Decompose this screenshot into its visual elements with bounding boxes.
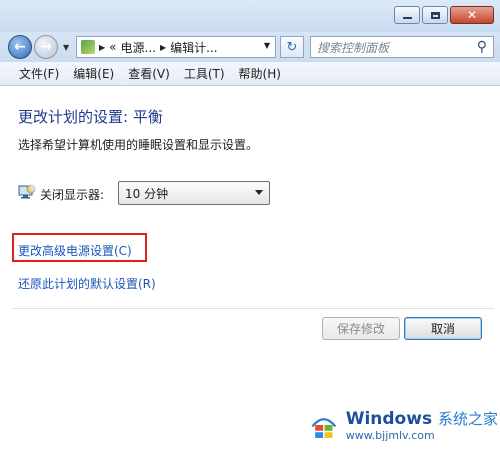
- page-title: 更改计划的设置: 平衡: [18, 108, 163, 126]
- arrow-left-icon: ←: [14, 39, 26, 55]
- menu-tools[interactable]: 工具(T): [177, 65, 232, 82]
- back-button[interactable]: ←: [8, 35, 32, 59]
- history-dropdown-icon[interactable]: ▼: [63, 43, 69, 52]
- address-bar[interactable]: ▶ « 电源... ▶ 编辑计... ▼: [76, 36, 276, 58]
- breadcrumb-arrow-icon[interactable]: ▶: [99, 43, 105, 52]
- refresh-icon: ↻: [286, 39, 298, 55]
- minimize-button[interactable]: [394, 6, 420, 24]
- menu-edit[interactable]: 编辑(E): [66, 65, 121, 82]
- display-off-select[interactable]: 10 分钟: [118, 181, 270, 205]
- breadcrumb-overflow[interactable]: «: [109, 40, 116, 54]
- menu-help[interactable]: 帮助(H): [232, 65, 288, 82]
- page-description: 选择希望计算机使用的睡眠设置和显示设置。: [18, 138, 259, 152]
- divider: [12, 308, 494, 309]
- menu-file[interactable]: 文件(F): [12, 65, 66, 82]
- breadcrumb-edit-plan[interactable]: 编辑计...: [170, 39, 217, 56]
- arrow-right-icon: →: [40, 39, 52, 55]
- breadcrumb-arrow-icon[interactable]: ▶: [160, 43, 166, 52]
- search-icon[interactable]: ⚲: [477, 39, 487, 55]
- save-changes-button[interactable]: 保存修改: [322, 317, 400, 340]
- navigation-bar: ← → ▼ ▶ « 电源... ▶ 编辑计... ▼ ↻ 搜索控制面板 ⚲: [0, 32, 500, 62]
- breadcrumb-power[interactable]: 电源...: [121, 39, 156, 56]
- monitor-moon-icon: [18, 184, 36, 199]
- display-off-label: 关闭显示器:: [40, 188, 105, 202]
- restore-defaults-link[interactable]: 还原此计划的默认设置(R): [18, 275, 156, 292]
- close-icon: ✕: [466, 8, 478, 22]
- advanced-power-settings-link[interactable]: 更改高级电源设置(C): [18, 242, 132, 259]
- address-dropdown-icon[interactable]: ▼: [264, 41, 270, 50]
- search-input[interactable]: 搜索控制面板: [317, 39, 389, 56]
- search-box[interactable]: 搜索控制面板 ⚲: [310, 36, 494, 58]
- watermark-title: Windows 系统之家: [345, 409, 498, 429]
- watermark: Windows 系统之家 www.bjjmlv.com: [308, 402, 498, 448]
- control-panel-icon: [81, 40, 95, 54]
- display-off-value: 10 分钟: [125, 186, 169, 201]
- forward-button[interactable]: →: [34, 35, 58, 59]
- maximize-button[interactable]: [422, 6, 448, 24]
- minimize-icon: [402, 16, 412, 19]
- maximize-icon: [430, 11, 440, 19]
- menu-view[interactable]: 查看(V): [121, 65, 177, 82]
- title-bar: ✕: [0, 0, 500, 32]
- menu-bar: 文件(F) 编辑(E) 查看(V) 工具(T) 帮助(H): [0, 62, 500, 86]
- windows-logo-icon: [311, 418, 337, 438]
- cancel-button[interactable]: 取消: [404, 317, 482, 340]
- close-button[interactable]: ✕: [450, 6, 494, 24]
- refresh-button[interactable]: ↻: [280, 36, 304, 58]
- window-controls: ✕: [394, 6, 494, 24]
- chevron-down-icon: [255, 190, 263, 195]
- watermark-url: www.bjjmlv.com: [345, 429, 435, 442]
